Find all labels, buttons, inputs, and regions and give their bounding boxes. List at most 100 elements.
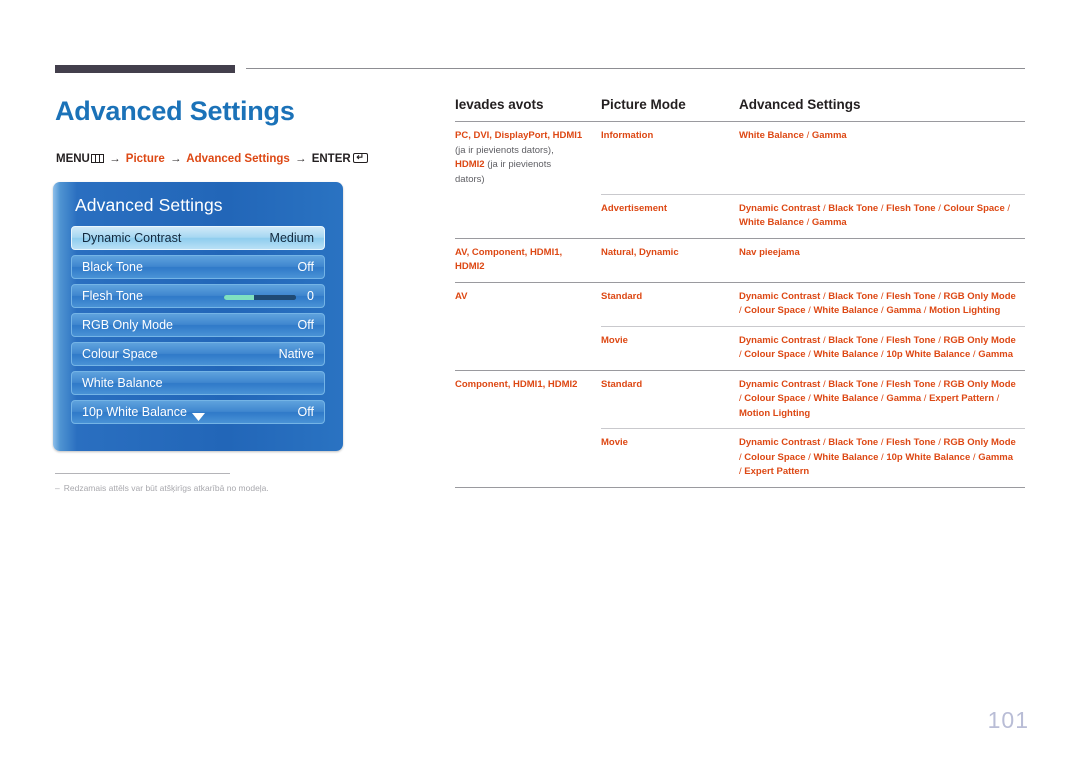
setting-separator: / (803, 217, 812, 228)
osd-row-value: Off (297, 318, 314, 332)
setting-separator: / (935, 290, 944, 302)
chevron-down-icon[interactable] (53, 413, 343, 424)
osd-slider[interactable] (224, 295, 296, 300)
source-note: (ja ir pievienots dators), (455, 144, 554, 156)
setting-item: Motion Lighting (929, 305, 1001, 316)
page-number: 101 (987, 707, 1029, 733)
cell-picture-mode-movie: Movie (601, 325, 739, 370)
breadcrumb-menu-label: MENU (56, 153, 90, 165)
breadcrumb-step-advanced-settings[interactable]: Advanced Settings (186, 153, 290, 165)
setting-item: Gamma (886, 393, 922, 404)
setting-item: Black Tone (828, 334, 879, 346)
breadcrumb-arrow-2: → (169, 153, 182, 165)
setting-item: Flesh Tone (886, 378, 936, 390)
osd-row-rgb-only-mode[interactable]: RGB Only Mode Off (71, 313, 325, 337)
setting-separator: / (970, 451, 979, 463)
source-name: PC, DVI, DisplayPort, HDMI1 (455, 130, 583, 141)
setting-item: Motion Lighting (739, 407, 811, 419)
setting-item: Dynamic Contrast (739, 290, 821, 302)
setting-item: White Balance (813, 349, 879, 360)
osd-row-label: Flesh Tone (82, 289, 143, 303)
cell-advanced-settings: Dynamic Contrast / Black Tone / Flesh To… (739, 325, 1025, 370)
setting-separator: / (878, 437, 887, 448)
osd-row-white-balance[interactable]: White Balance (71, 371, 325, 395)
cell-picture-mode-advertisement: Advertisement (601, 193, 739, 238)
osd-row-dynamic-contrast[interactable]: Dynamic Contrast Medium (71, 226, 325, 250)
spec-table-head: Ievades avots Picture Mode Advanced Sett… (455, 97, 1025, 122)
setting-separator: / (935, 202, 944, 214)
osd-row-black-tone[interactable]: Black Tone Off (71, 255, 325, 279)
setting-item: Gamma (811, 217, 847, 228)
cell-input-source: Component, HDMI1, HDMI2 (455, 369, 601, 429)
source-note: dators) (455, 173, 485, 185)
setting-separator: / (1004, 202, 1011, 214)
setting-separator: / (878, 290, 887, 302)
footnote: – Redzamais attēls var būt atšķirīgs atka… (55, 483, 269, 493)
setting-item: Black Tone (828, 437, 879, 448)
enter-return-icon: ↵ (352, 153, 368, 163)
osd-row-value: Native (278, 347, 314, 361)
osd-slider-fill-right (254, 295, 296, 300)
setting-item: Gamma (978, 451, 1014, 463)
setting-item: Dynamic Contrast (739, 334, 821, 346)
setting-item: Dynamic Contrast (739, 378, 821, 390)
setting-item: White Balance (739, 130, 804, 141)
setting-separator: / (935, 334, 944, 346)
setting-item: RGB Only Mode (943, 378, 1016, 390)
header-rule (246, 68, 1025, 69)
cell-picture-mode-movie: Movie (601, 428, 739, 487)
table-row: AV, Component, HDMI1, HDMI2 Natural, Dynam… (455, 237, 1025, 282)
setting-item: Black Tone (828, 290, 879, 302)
cell-picture-mode-information: Information (601, 121, 739, 194)
osd-row-value: Medium (269, 231, 314, 245)
setting-item: Gamma (811, 130, 847, 141)
source-name: AV, Component, HDMI1, (455, 246, 563, 258)
setting-item: Expert Pattern (744, 466, 810, 477)
cell-advanced-settings: Dynamic Contrast / Black Tone / Flesh To… (739, 428, 1025, 487)
setting-item: White Balance (813, 451, 879, 463)
footnote-dash: – (55, 483, 60, 493)
osd-row-label: RGB Only Mode (82, 318, 174, 332)
setting-separator: / (878, 334, 887, 346)
osd-row-colour-space[interactable]: Colour Space Native (71, 342, 325, 366)
breadcrumb-step-picture[interactable]: Picture (126, 153, 165, 165)
osd-slider-fill-left (224, 295, 255, 300)
page-title: Advanced Settings (55, 96, 295, 126)
spec-table-body: PC, DVI, DisplayPort, HDMI1 (ja ir pievi… (455, 121, 1025, 487)
setting-item: Colour Space (744, 451, 806, 463)
setting-separator: / (935, 378, 944, 390)
column-header-input-source: Ievades avots (455, 97, 544, 112)
setting-item: White Balance (813, 393, 879, 404)
source-name: AV (455, 290, 468, 302)
setting-item: RGB Only Mode (943, 437, 1016, 448)
setting-item: Black Tone (828, 202, 879, 214)
setting-separator: / (921, 305, 930, 316)
setting-separator: / (970, 349, 979, 360)
setting-item: Dynamic Contrast (739, 437, 821, 448)
setting-separator: / (878, 202, 887, 214)
osd-row-flesh-tone[interactable]: Flesh Tone 0 (71, 284, 325, 308)
setting-item: Colour Space (744, 349, 806, 360)
cell-input-source (455, 429, 601, 487)
setting-item: Expert Pattern (929, 393, 995, 404)
osd-menu-list: Dynamic Contrast Medium Black Tone Off Flesh… (71, 226, 325, 429)
spec-table-header-row: Ievades avots Picture Mode Advanced Sett… (455, 97, 1025, 122)
breadcrumb-arrow-1: → (109, 153, 121, 165)
source-name-secondary: HDMI2 (455, 159, 485, 170)
setting-separator: / (803, 130, 812, 141)
setting-item: White Balance (813, 305, 879, 316)
header-accent-bar (55, 65, 235, 73)
breadcrumb-arrow-3: → (295, 153, 307, 165)
cell-input-source: AV (455, 281, 601, 326)
osd-title: Advanced Settings (75, 195, 223, 215)
cell-input-source (455, 194, 601, 238)
spec-table: Ievades avots Picture Mode Advanced Sett… (455, 97, 1025, 487)
setting-separator: / (935, 437, 944, 448)
setting-item: RGB Only Mode (943, 334, 1016, 346)
breadcrumb-enter-label: ENTER (311, 153, 351, 165)
cell-picture-mode-natural-dynamic: Natural, Dynamic (601, 237, 739, 282)
cell-picture-mode-standard: Standard (601, 281, 739, 326)
setting-separator: / (878, 378, 887, 390)
setting-item: Colour Space (943, 202, 1005, 214)
source-name-secondary: HDMI2 (455, 261, 485, 272)
